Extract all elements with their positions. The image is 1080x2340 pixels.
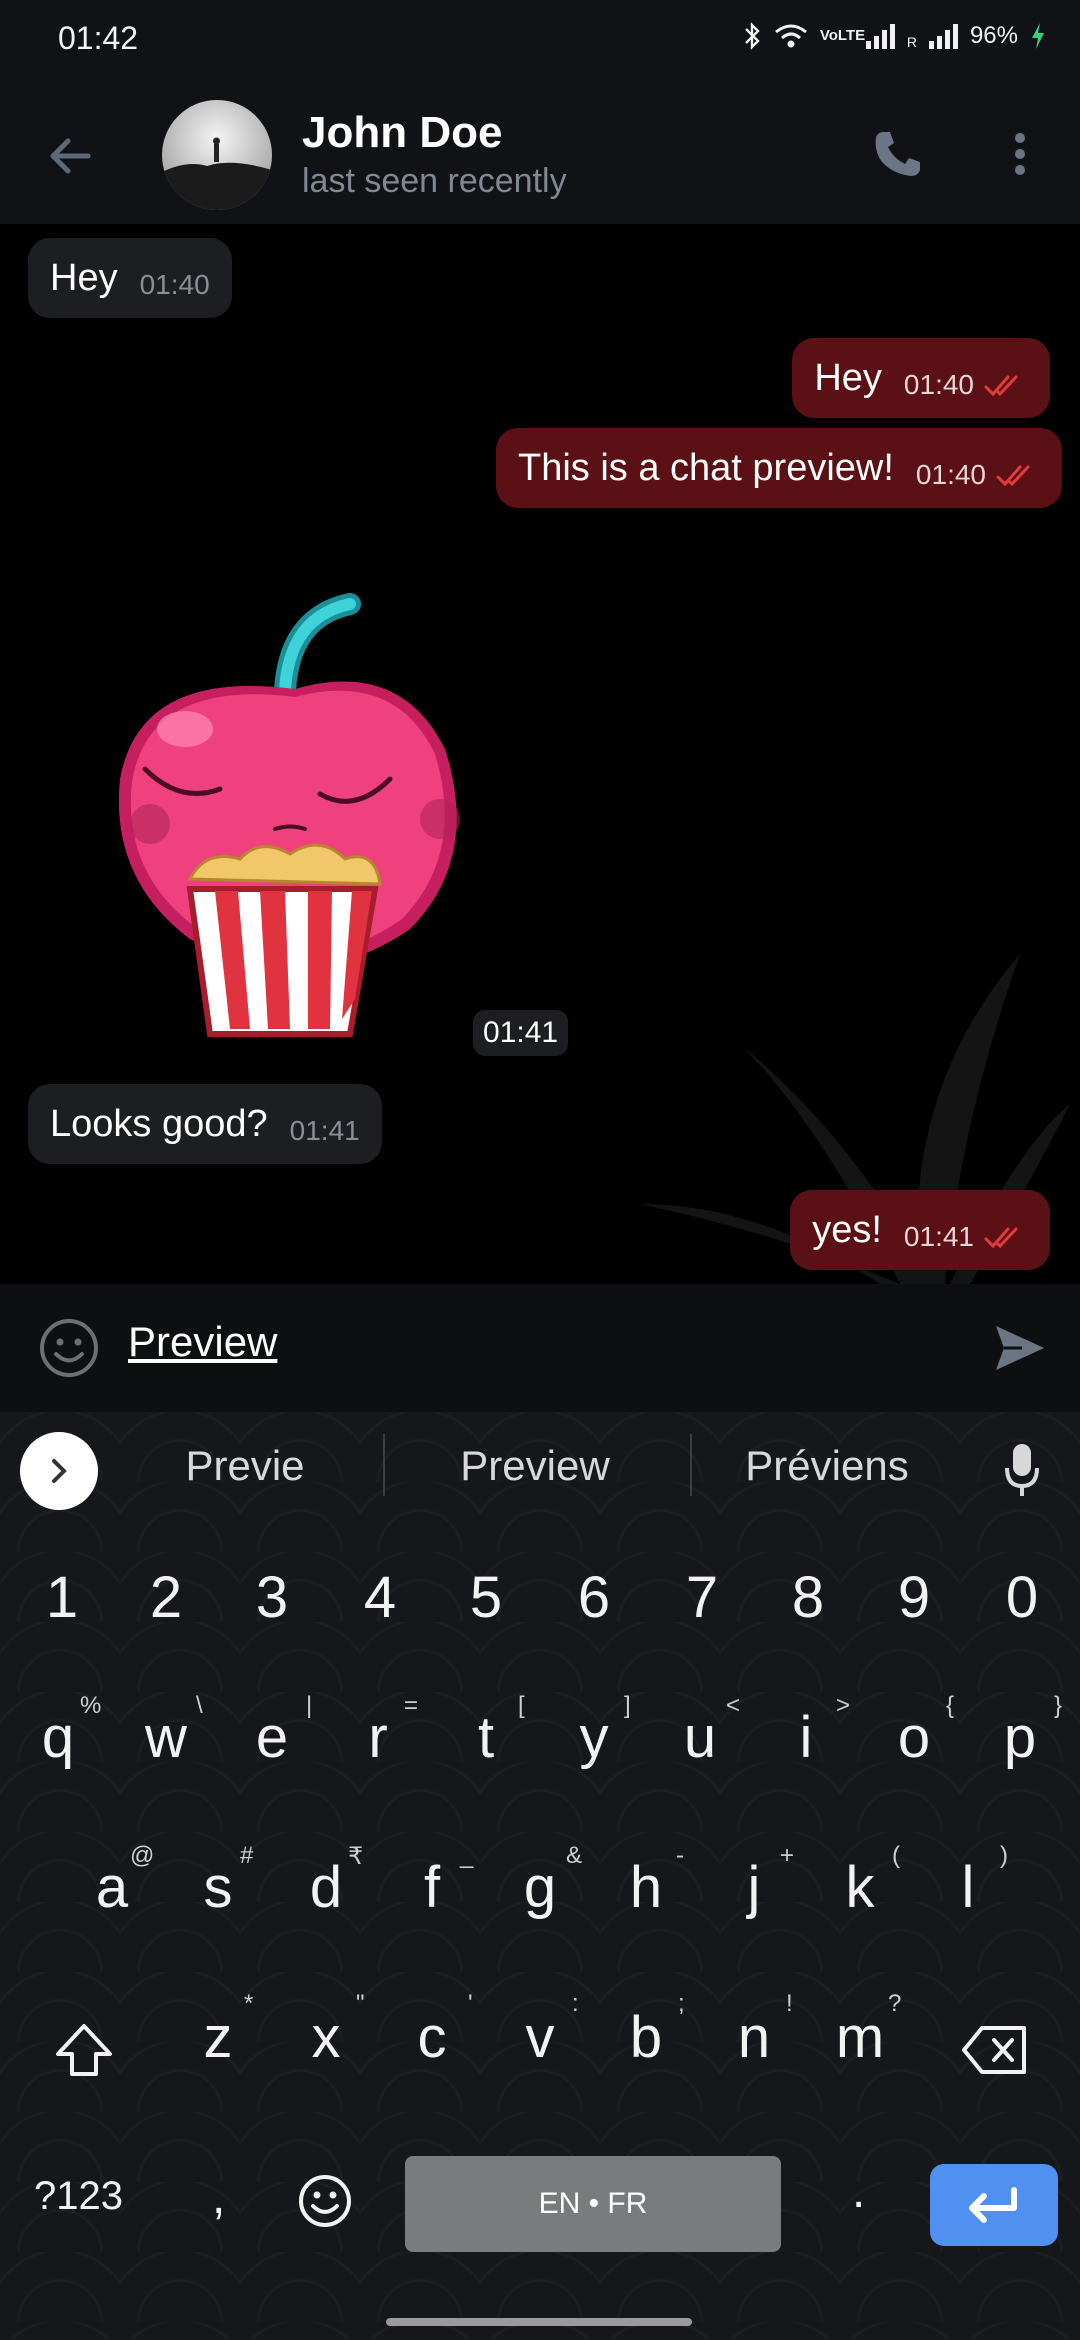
- message-text: Hey: [50, 256, 118, 299]
- message-time: 01:40: [915, 459, 986, 490]
- key-m[interactable]: m: [810, 2004, 910, 2071]
- key-5[interactable]: 5: [436, 1564, 536, 1631]
- key-0[interactable]: 0: [972, 1564, 1072, 1631]
- cherry-popcorn-sticker[interactable]: [110, 579, 480, 1039]
- microphone-icon[interactable]: [1004, 1442, 1040, 1498]
- backspace-icon[interactable]: [960, 2024, 1030, 2076]
- key-2[interactable]: 2: [116, 1564, 216, 1631]
- key-u[interactable]: u: [650, 1704, 750, 1771]
- message-text: yes!: [812, 1208, 882, 1251]
- space-key[interactable]: EN • FR: [405, 2156, 781, 2252]
- back-arrow-icon[interactable]: [40, 126, 100, 186]
- key-b[interactable]: b: [596, 2004, 696, 2071]
- key-h[interactable]: h: [596, 1854, 696, 1921]
- enter-key[interactable]: [930, 2164, 1058, 2246]
- signal-icon: [865, 23, 895, 49]
- avatar[interactable]: [162, 100, 272, 210]
- period-key[interactable]: .: [852, 2164, 865, 2219]
- message-time: 01:41: [903, 1221, 974, 1252]
- message-incoming[interactable]: Hey 01:40: [28, 238, 232, 318]
- double-check-icon: [984, 1227, 1018, 1249]
- sticker-time: 01:41: [473, 1010, 569, 1056]
- bluetooth-icon: [744, 22, 760, 50]
- status-time: 01:42: [58, 20, 139, 56]
- message-time: 01:40: [903, 369, 974, 400]
- message-text: This is a chat preview!: [518, 446, 894, 489]
- key-r[interactable]: r: [328, 1704, 428, 1771]
- message-text: Hey: [814, 356, 882, 399]
- home-handle[interactable]: [386, 2318, 692, 2326]
- volte-label: VoLTE: [819, 27, 866, 44]
- key-4[interactable]: 4: [330, 1564, 430, 1631]
- phone-icon[interactable]: [868, 124, 928, 184]
- key-p[interactable]: p: [970, 1704, 1070, 1771]
- status-bar: 01:42 VoLTE R 96%: [0, 0, 1080, 82]
- more-options-icon[interactable]: [1000, 124, 1040, 184]
- double-check-icon: [996, 465, 1030, 487]
- suggestion-expand-button[interactable]: [20, 1432, 98, 1510]
- key-l[interactable]: l: [918, 1854, 1018, 1921]
- key-a[interactable]: a: [62, 1854, 162, 1921]
- message-outgoing[interactable]: This is a chat preview! 01:40: [496, 428, 1062, 508]
- key-3[interactable]: 3: [222, 1564, 322, 1631]
- keyboard: Previe Preview Préviens 1 2 3 4 5 6 7 8 …: [0, 1412, 1080, 2340]
- enter-icon: [969, 2187, 1017, 2223]
- chat-header: John Doe last seen recently: [0, 82, 1080, 224]
- comma-key[interactable]: ,: [212, 2170, 225, 2225]
- message-time: 01:41: [289, 1115, 360, 1146]
- key-v[interactable]: v: [490, 2004, 590, 2071]
- emoji-icon[interactable]: [38, 1317, 100, 1379]
- key-6[interactable]: 6: [544, 1564, 644, 1631]
- key-i[interactable]: i: [756, 1704, 856, 1771]
- wifi-icon: [774, 24, 807, 48]
- charging-icon: [1032, 23, 1044, 49]
- signal-icon-2: [928, 23, 958, 49]
- symbols-key[interactable]: ?123: [34, 2174, 123, 2219]
- message-time: 01:40: [139, 269, 210, 300]
- chat-area[interactable]: Hey 01:40 Hey 01:40 This is a chat previ…: [0, 224, 1080, 1284]
- key-d[interactable]: d: [276, 1854, 376, 1921]
- message-input[interactable]: Preview: [128, 1318, 277, 1366]
- key-f[interactable]: f: [382, 1854, 482, 1921]
- key-7[interactable]: 7: [652, 1564, 752, 1631]
- key-o[interactable]: o: [864, 1704, 964, 1771]
- message-outgoing[interactable]: yes! 01:41: [790, 1190, 1050, 1270]
- key-j[interactable]: j: [704, 1854, 804, 1921]
- suggestion-divider: [383, 1434, 385, 1496]
- message-incoming[interactable]: Looks good? 01:41: [28, 1084, 382, 1164]
- contact-name[interactable]: John Doe: [302, 108, 502, 158]
- key-8[interactable]: 8: [758, 1564, 858, 1631]
- message-input-bar: Preview: [0, 1284, 1080, 1412]
- key-y[interactable]: y: [544, 1704, 644, 1771]
- key-g[interactable]: g: [490, 1854, 590, 1921]
- key-e[interactable]: e: [222, 1704, 322, 1771]
- status-icons: VoLTE R 96%: [742, 22, 1046, 50]
- key-z[interactable]: z: [168, 2004, 268, 2071]
- key-t[interactable]: t: [436, 1704, 536, 1771]
- roaming-label: R: [906, 34, 917, 50]
- key-1[interactable]: 1: [12, 1564, 112, 1631]
- key-s[interactable]: s: [168, 1854, 268, 1921]
- key-w[interactable]: w: [116, 1704, 216, 1771]
- key-9[interactable]: 9: [864, 1564, 964, 1631]
- key-k[interactable]: k: [810, 1854, 910, 1921]
- battery-text: 96%: [969, 22, 1018, 49]
- contact-status: last seen recently: [302, 162, 567, 200]
- message-text: Looks good?: [50, 1102, 268, 1145]
- emoji-key-icon[interactable]: [296, 2172, 354, 2230]
- key-n[interactable]: n: [704, 2004, 804, 2071]
- double-check-icon: [984, 375, 1018, 397]
- shift-icon[interactable]: [52, 2020, 116, 2080]
- chevron-right-icon: [52, 1459, 67, 1483]
- key-x[interactable]: x: [276, 2004, 376, 2071]
- suggestion-1[interactable]: Previe: [110, 1442, 380, 1490]
- key-c[interactable]: c: [382, 2004, 482, 2071]
- navigation-bar: [0, 2310, 1080, 2340]
- suggestion-3[interactable]: Préviens: [692, 1442, 962, 1490]
- suggestion-2[interactable]: Preview: [400, 1442, 670, 1490]
- key-q[interactable]: q: [8, 1704, 108, 1771]
- send-icon[interactable]: [992, 1320, 1048, 1376]
- message-outgoing[interactable]: Hey 01:40: [792, 338, 1050, 418]
